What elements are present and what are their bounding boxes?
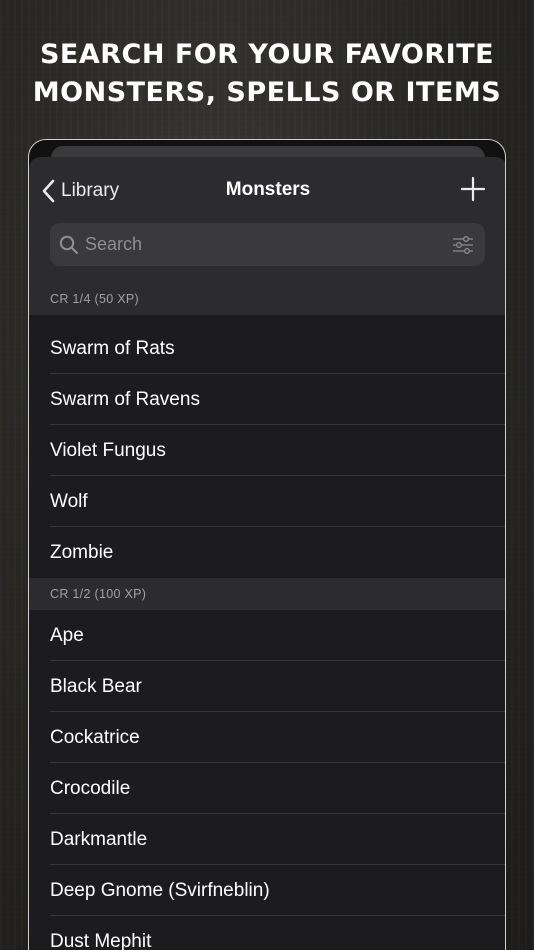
headline-line-1: SEARCH FOR YOUR FAVORITE bbox=[39, 39, 495, 70]
headline-line-2: MONSTERS, SPELLS OR ITEMS bbox=[32, 77, 502, 108]
monster-name: Black Bear bbox=[50, 675, 142, 697]
monster-name: Darkmantle bbox=[50, 828, 148, 850]
list-item[interactable]: Dust Mephit bbox=[29, 916, 505, 950]
monsters-sheet: Library Monsters Search CR 1/4 (50 XP) S… bbox=[29, 157, 505, 950]
monster-name: Zombie bbox=[50, 541, 114, 563]
monster-name: Wolf bbox=[50, 490, 88, 512]
search-icon bbox=[59, 235, 79, 254]
list-item[interactable]: Wolf bbox=[29, 476, 505, 527]
list-item[interactable]: Black Bear bbox=[29, 661, 505, 712]
page-title: Monsters bbox=[225, 179, 311, 200]
list-item[interactable]: Zombie bbox=[29, 527, 505, 578]
search-input[interactable] bbox=[85, 234, 452, 255]
list-item[interactable]: Swarm of Ravens bbox=[29, 374, 505, 425]
list-item[interactable]: Swarm of Rats bbox=[29, 323, 505, 374]
list-item[interactable]: Darkmantle bbox=[29, 814, 505, 865]
filter-sliders-icon[interactable] bbox=[452, 235, 474, 255]
monster-name: Cockatrice bbox=[50, 726, 140, 748]
list-item[interactable]: Violet Fungus bbox=[29, 425, 505, 476]
plus-icon[interactable] bbox=[459, 175, 487, 203]
monster-name: Dust Mephit bbox=[50, 930, 152, 950]
list-item[interactable]: Crocodile bbox=[29, 763, 505, 814]
device-frame: Library Monsters Search CR 1/4 (50 XP) S… bbox=[28, 139, 506, 950]
list-item[interactable]: Cockatrice bbox=[29, 712, 505, 763]
section-header-cr-quarter: CR 1/4 (50 XP) bbox=[29, 283, 505, 315]
monster-name: Swarm of Rats bbox=[50, 337, 175, 359]
monster-name: Deep Gnome (Svirfneblin) bbox=[50, 879, 270, 901]
monster-name: Ape bbox=[50, 624, 84, 646]
monster-name: Crocodile bbox=[50, 777, 131, 799]
section-header-cr-half: CR 1/2 (100 XP) bbox=[29, 578, 505, 610]
list-item[interactable]: Deep Gnome (Svirfneblin) bbox=[29, 865, 505, 916]
promo-headline: SEARCH FOR YOUR FAVORITE MONSTERS, SPELL… bbox=[0, 36, 534, 112]
monster-name: Violet Fungus bbox=[50, 439, 166, 461]
list-item[interactable]: Ape bbox=[29, 610, 505, 661]
monster-name: Swarm of Ravens bbox=[50, 388, 200, 410]
search-bar bbox=[50, 223, 485, 266]
navigation-bar: Library Monsters bbox=[29, 157, 505, 300]
